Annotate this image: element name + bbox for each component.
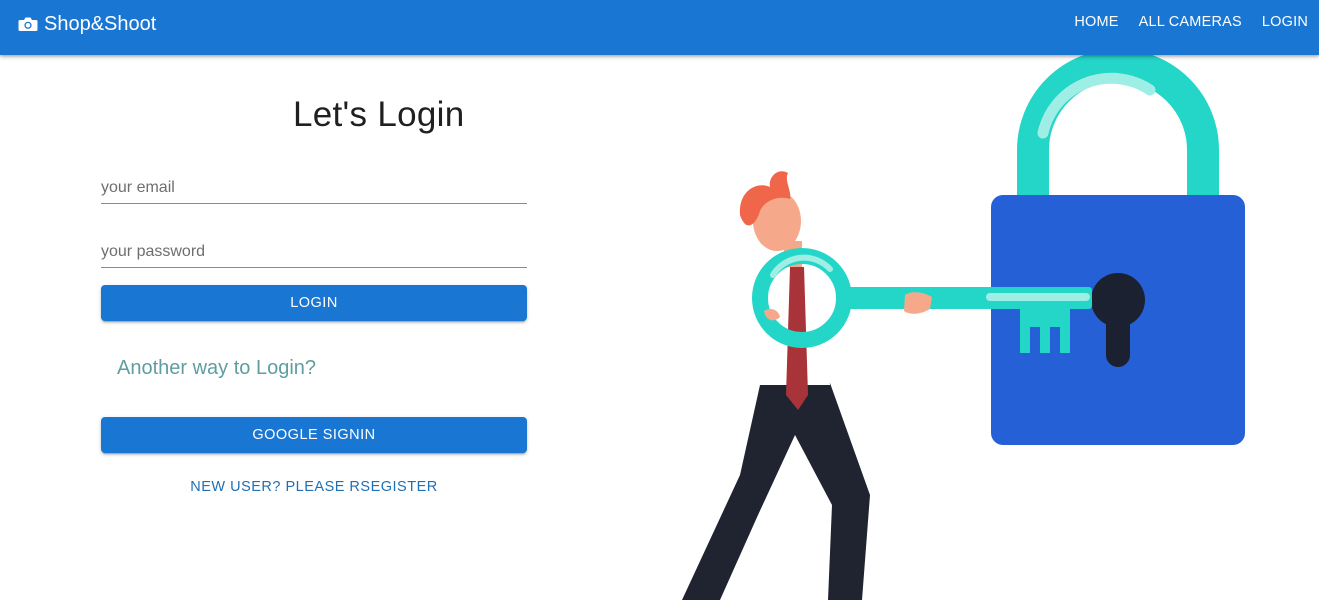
email-field[interactable] xyxy=(101,173,527,203)
google-signin-button[interactable]: GOOGLE SIGNIN xyxy=(101,417,527,453)
email-field-wrapper xyxy=(101,173,527,204)
password-field[interactable] xyxy=(101,237,527,267)
person-legs xyxy=(682,383,870,600)
register-link[interactable]: NEW USER? PLEASE RSEGISTER xyxy=(101,479,527,495)
nav-all-cameras-link[interactable]: ALL CAMERAS xyxy=(1129,0,1252,45)
login-panel: Let's Login LOGIN Another way to Login? … xyxy=(0,55,660,600)
person-with-key-illustration xyxy=(682,49,1245,600)
app-bar: Shop&Shoot HOME ALL CAMERAS LOGIN xyxy=(0,0,1319,55)
login-button[interactable]: LOGIN xyxy=(101,285,527,321)
nav-login-link[interactable]: LOGIN xyxy=(1252,0,1319,45)
page-title: Let's Login xyxy=(293,95,465,134)
password-field-wrapper xyxy=(101,237,527,268)
person-hand xyxy=(904,292,932,314)
camera-icon xyxy=(18,16,38,32)
nav-home-link[interactable]: HOME xyxy=(1064,0,1128,45)
padlock-shackle xyxy=(1017,49,1219,200)
login-illustration xyxy=(660,49,1319,600)
brand[interactable]: Shop&Shoot xyxy=(18,12,156,36)
top-nav: HOME ALL CAMERAS LOGIN xyxy=(1064,0,1319,45)
brand-name[interactable]: Shop&Shoot xyxy=(44,12,156,36)
alternate-login-heading: Another way to Login? xyxy=(117,357,317,379)
